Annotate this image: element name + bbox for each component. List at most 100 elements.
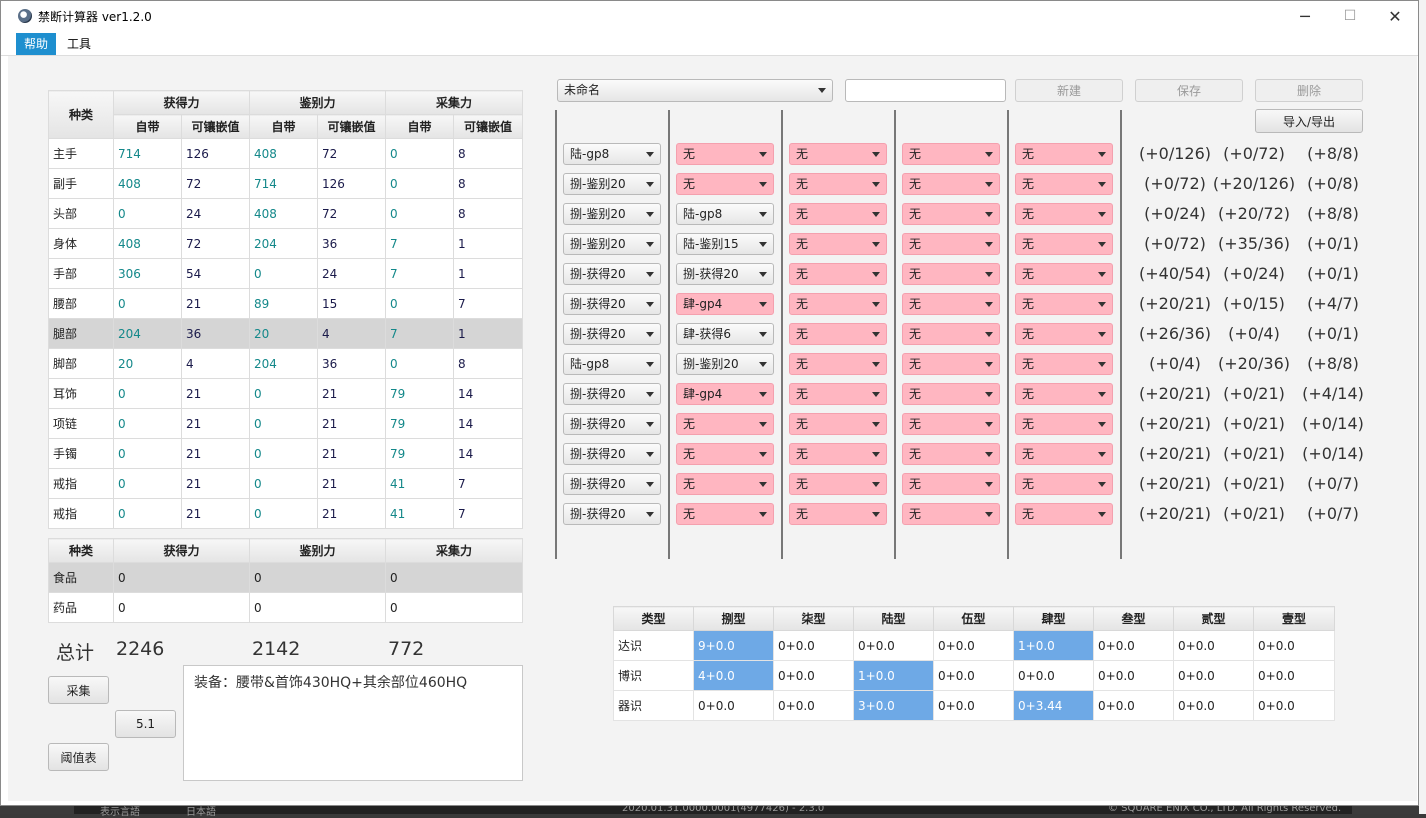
meld-slot-2-select[interactable]: 无 xyxy=(676,173,774,195)
base-value-cell[interactable]: 0 xyxy=(113,438,182,469)
meld-cap-cell[interactable]: 72 xyxy=(180,228,251,259)
summary-header[interactable]: 贰型 xyxy=(1173,606,1254,631)
meld-cap-cell[interactable]: 8 xyxy=(453,168,524,199)
food-value-cell[interactable]: 0 xyxy=(113,562,250,593)
meld-slot-3-select[interactable]: 无 xyxy=(789,413,887,435)
meld-cap-cell[interactable]: 21 xyxy=(180,378,251,409)
base-value-cell[interactable]: 41 xyxy=(385,468,455,499)
base-value-cell[interactable]: 79 xyxy=(385,438,455,469)
summary-header[interactable]: 陆型 xyxy=(853,606,934,631)
meld-slot-3-select[interactable]: 无 xyxy=(789,173,887,195)
preset-select[interactable]: 未命名 xyxy=(557,79,833,102)
meld-slot-5-select[interactable]: 无 xyxy=(1015,143,1113,165)
meld-slot-3-select[interactable]: 无 xyxy=(789,503,887,525)
meld-slot-1-select[interactable]: 捌-获得20 xyxy=(563,503,661,525)
table-row[interactable]: 药品 0 0 0 xyxy=(48,592,523,623)
base-value-cell[interactable]: 408 xyxy=(249,198,319,229)
base-value-cell[interactable]: 0 xyxy=(249,258,319,289)
meld-slot-4-select[interactable]: 无 xyxy=(902,443,1000,465)
meld-slot-5-select[interactable]: 无 xyxy=(1015,503,1113,525)
table-row[interactable]: 器识 0+0.0 0+0.0 3+0.0 0+0.0 0+3.44 0+0.0 0+0.0 0+… xyxy=(613,690,1335,721)
meld-cap-cell[interactable]: 21 xyxy=(180,288,251,319)
meld-slot-2-select[interactable]: 陆-鉴别15 xyxy=(676,233,774,255)
gear-subheader-meld[interactable]: 可镶嵌值 xyxy=(453,114,524,139)
base-value-cell[interactable]: 7 xyxy=(385,228,455,259)
meld-slot-2-select[interactable]: 无 xyxy=(676,413,774,435)
meld-cap-cell[interactable]: 126 xyxy=(317,168,387,199)
summary-header[interactable]: 捌型 xyxy=(693,606,774,631)
base-value-cell[interactable]: 20 xyxy=(249,318,319,349)
meld-slot-1-select[interactable]: 陆-gp8 xyxy=(563,143,661,165)
meld-slot-1-select[interactable]: 捌-获得20 xyxy=(563,473,661,495)
table-row[interactable]: 身体 408 72 204 36 7 1 xyxy=(48,228,524,259)
meld-slot-4-select[interactable]: 无 xyxy=(902,473,1000,495)
new-button[interactable]: 新建 xyxy=(1015,79,1123,102)
meld-slot-2-select[interactable]: 肆-gp4 xyxy=(676,383,774,405)
meld-slot-1-select[interactable]: 捌-获得20 xyxy=(563,323,661,345)
table-row[interactable]: 手部 306 54 0 24 7 1 xyxy=(48,258,524,289)
meld-cap-cell[interactable]: 36 xyxy=(317,228,387,259)
summary-header[interactable]: 肆型 xyxy=(1013,606,1094,631)
meld-cap-cell[interactable]: 14 xyxy=(453,438,524,469)
meld-cap-cell[interactable]: 7 xyxy=(453,498,524,529)
food-value-cell[interactable]: 0 xyxy=(385,592,523,623)
base-value-cell[interactable]: 0 xyxy=(385,138,455,169)
table-row[interactable]: 项链 0 21 0 21 79 14 xyxy=(48,408,524,439)
table-row[interactable]: 手镯 0 21 0 21 79 14 xyxy=(48,438,524,469)
summary-header[interactable]: 壹型 xyxy=(1253,606,1335,631)
table-row[interactable]: 头部 0 24 408 72 0 8 xyxy=(48,198,524,229)
base-value-cell[interactable]: 0 xyxy=(113,378,182,409)
gear-subheader-meld[interactable]: 可镶嵌值 xyxy=(317,114,387,139)
gear-header-gathering[interactable]: 获得力 xyxy=(112,90,251,115)
base-value-cell[interactable]: 0 xyxy=(113,408,182,439)
meld-slot-5-select[interactable]: 无 xyxy=(1015,263,1113,285)
meld-slot-2-select[interactable]: 无 xyxy=(676,143,774,165)
meld-cap-cell[interactable]: 7 xyxy=(453,288,524,319)
meld-slot-3-select[interactable]: 无 xyxy=(789,203,887,225)
meld-slot-3-select[interactable]: 无 xyxy=(789,473,887,495)
meld-slot-4-select[interactable]: 无 xyxy=(902,503,1000,525)
meld-cap-cell[interactable]: 24 xyxy=(317,258,387,289)
base-value-cell[interactable]: 89 xyxy=(249,288,319,319)
table-row[interactable]: 戒指 0 21 0 21 41 7 xyxy=(48,498,524,529)
gear-subheader-meld[interactable]: 可镶嵌值 xyxy=(180,114,251,139)
meld-slot-3-select[interactable]: 无 xyxy=(789,383,887,405)
food-header-perception[interactable]: 鉴别力 xyxy=(249,538,386,563)
meld-cap-cell[interactable]: 126 xyxy=(180,138,251,169)
meld-slot-1-select[interactable]: 捌-鉴别20 xyxy=(563,233,661,255)
meld-cap-cell[interactable]: 14 xyxy=(453,408,524,439)
meld-cap-cell[interactable]: 21 xyxy=(317,438,387,469)
meld-slot-1-select[interactable]: 陆-gp8 xyxy=(563,353,661,375)
meld-slot-5-select[interactable]: 无 xyxy=(1015,413,1113,435)
base-value-cell[interactable]: 0 xyxy=(249,408,319,439)
base-value-cell[interactable]: 0 xyxy=(385,168,455,199)
food-header-gathering[interactable]: 获得力 xyxy=(113,538,250,563)
base-value-cell[interactable]: 204 xyxy=(249,228,319,259)
summary-header[interactable]: 叁型 xyxy=(1093,606,1174,631)
table-row[interactable]: 戒指 0 21 0 21 41 7 xyxy=(48,468,524,499)
meld-slot-1-select[interactable]: 捌-鉴别20 xyxy=(563,173,661,195)
preset-name-input[interactable] xyxy=(845,79,1006,102)
meld-slot-4-select[interactable]: 无 xyxy=(902,413,1000,435)
base-value-cell[interactable]: 0 xyxy=(249,438,319,469)
gear-subheader-base[interactable]: 自带 xyxy=(385,114,455,139)
summary-header[interactable]: 柒型 xyxy=(773,606,854,631)
meld-slot-4-select[interactable]: 无 xyxy=(902,263,1000,285)
table-row[interactable]: 食品 0 0 0 xyxy=(48,562,523,593)
base-value-cell[interactable]: 79 xyxy=(385,408,455,439)
meld-slot-4-select[interactable]: 无 xyxy=(902,323,1000,345)
meld-slot-3-select[interactable]: 无 xyxy=(789,443,887,465)
meld-slot-1-select[interactable]: 捌-鉴别20 xyxy=(563,203,661,225)
table-row[interactable]: 耳饰 0 21 0 21 79 14 xyxy=(48,378,524,409)
meld-slot-4-select[interactable]: 无 xyxy=(902,293,1000,315)
meld-cap-cell[interactable]: 36 xyxy=(317,348,387,379)
base-value-cell[interactable]: 0 xyxy=(385,198,455,229)
meld-slot-2-select[interactable]: 捌-获得20 xyxy=(676,263,774,285)
maximize-button[interactable]: ☐ xyxy=(1327,1,1373,31)
food-value-cell[interactable]: 0 xyxy=(249,562,386,593)
meld-cap-cell[interactable]: 1 xyxy=(453,228,524,259)
table-row[interactable]: 博识 4+0.0 0+0.0 1+0.0 0+0.0 0+0.0 0+0.0 0+0.0 0+0… xyxy=(613,660,1335,691)
meld-cap-cell[interactable]: 72 xyxy=(317,138,387,169)
base-value-cell[interactable]: 7 xyxy=(385,318,455,349)
food-header-gp[interactable]: 采集力 xyxy=(385,538,523,563)
